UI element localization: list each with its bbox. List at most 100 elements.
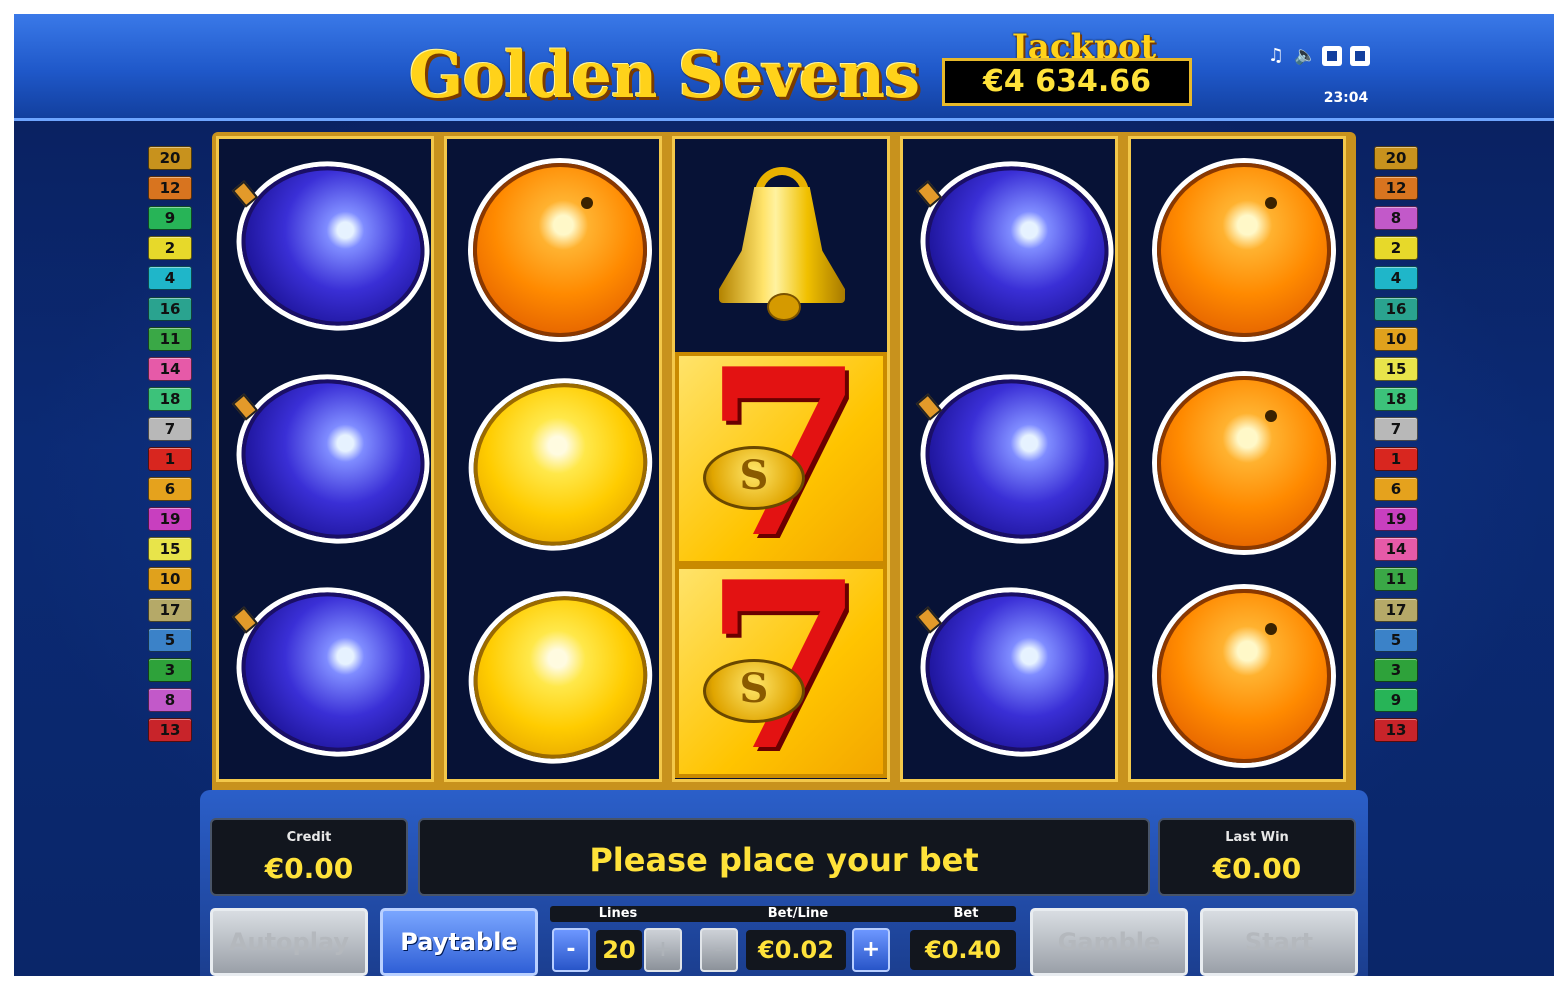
reels-area: 7S7S [212, 132, 1356, 798]
line-badge-left-3[interactable]: 3 [148, 657, 192, 682]
autoplay-button[interactable]: Autoplay [210, 908, 368, 976]
line-badge-right-5[interactable]: 5 [1374, 627, 1418, 652]
speaker-icon[interactable]: 🔈 [1294, 46, 1316, 66]
reel-3: 7S7S [672, 136, 890, 782]
credit-display: Credit €0.00 [210, 818, 408, 896]
line-badge-left-2[interactable]: 2 [148, 236, 192, 261]
line-badge-right-20[interactable]: 20 [1374, 146, 1418, 170]
last-win-display: Last Win €0.00 [1158, 818, 1356, 896]
line-badge-right-12[interactable]: 12 [1374, 176, 1418, 201]
line-badge-right-2[interactable]: 2 [1374, 236, 1418, 261]
bet-label: Bet [953, 906, 979, 921]
bet-line-minus-button[interactable]: - [700, 928, 738, 972]
reel-3-cell-3: 7S [675, 552, 887, 782]
line-badge-right-4[interactable]: 4 [1374, 266, 1418, 291]
line-badge-right-13[interactable]: 13 [1374, 717, 1418, 742]
coin-icon: S [703, 446, 805, 510]
lines-label: Lines [598, 906, 638, 921]
reel-4-cell-2 [903, 352, 1124, 565]
line-badge-right-10[interactable]: 10 [1374, 326, 1418, 351]
last-win-value: €0.00 [1212, 852, 1302, 885]
plum-symbol-icon [910, 362, 1124, 556]
orange-symbol-icon [1157, 589, 1331, 763]
plum-symbol-icon [910, 149, 1124, 343]
reel-2-cell-3 [447, 565, 668, 780]
line-badge-left-19[interactable]: 19 [148, 507, 192, 532]
music-icon[interactable]: ♫ [1266, 46, 1286, 66]
bet-value: €0.40 [910, 930, 1016, 970]
line-badge-right-14[interactable]: 14 [1374, 537, 1418, 562]
line-badge-left-10[interactable]: 10 [148, 567, 192, 592]
line-badge-right-6[interactable]: 6 [1374, 477, 1418, 502]
gamble-button[interactable]: Gamble [1030, 908, 1188, 976]
line-badge-right-7[interactable]: 7 [1374, 416, 1418, 441]
settings-icon[interactable] [1350, 46, 1370, 66]
line-badge-left-1[interactable]: 1 [148, 447, 192, 471]
bell-body-icon [719, 187, 845, 303]
lines-plus-button[interactable]: + [644, 928, 682, 972]
lines-value: 20 [596, 930, 642, 970]
coin-icon: S [703, 659, 805, 723]
reel-4 [900, 136, 1124, 782]
reel-2-cell-2 [447, 352, 668, 567]
line-badge-left-9[interactable]: 9 [148, 206, 192, 231]
reel-4-cell-1 [903, 139, 1124, 352]
orange-symbol-icon [1157, 163, 1331, 337]
line-badge-left-11[interactable]: 11 [148, 326, 192, 351]
bet-line-label: Bet/Line [767, 906, 829, 921]
reel-5 [1128, 136, 1346, 782]
line-badge-left-13[interactable]: 13 [148, 717, 192, 742]
line-badge-left-7[interactable]: 7 [148, 416, 192, 441]
credit-label: Credit [286, 830, 332, 845]
plum-symbol-icon [226, 362, 440, 556]
reel-2-cell-1 [447, 139, 659, 352]
reel-1-cell-2 [219, 352, 440, 565]
line-badge-right-11[interactable]: 11 [1374, 567, 1418, 592]
bet-line-value: €0.02 [746, 930, 846, 970]
reel-4-cell-3 [903, 565, 1124, 778]
plum-symbol-icon [226, 575, 440, 769]
orange-symbol-icon [473, 163, 647, 337]
line-badge-right-3[interactable]: 3 [1374, 657, 1418, 682]
line-badge-left-17[interactable]: 17 [148, 597, 192, 622]
line-badge-right-8[interactable]: 8 [1374, 206, 1418, 231]
line-badge-left-12[interactable]: 12 [148, 176, 192, 201]
line-badge-left-6[interactable]: 6 [148, 477, 192, 502]
plum-symbol-icon [226, 149, 440, 343]
line-badge-left-20[interactable]: 20 [148, 146, 192, 170]
fullscreen-icon[interactable] [1322, 46, 1342, 66]
line-badge-left-16[interactable]: 16 [148, 296, 192, 321]
reel-1 [216, 136, 440, 782]
lines-minus-button[interactable]: - [552, 928, 590, 972]
line-badge-right-16[interactable]: 16 [1374, 296, 1418, 321]
reel-1-cell-1 [219, 139, 440, 352]
plum-symbol-icon [910, 575, 1124, 769]
line-badge-right-19[interactable]: 19 [1374, 507, 1418, 532]
top-icons: ♫ 🔈 [1266, 46, 1370, 70]
line-badge-left-14[interactable]: 14 [148, 356, 192, 381]
line-badge-right-15[interactable]: 15 [1374, 356, 1418, 381]
message-display: Please place your bet [418, 818, 1150, 896]
line-badge-left-5[interactable]: 5 [148, 627, 192, 652]
line-badge-left-18[interactable]: 18 [148, 386, 192, 411]
line-badge-right-17[interactable]: 17 [1374, 597, 1418, 622]
last-win-label: Last Win [1225, 830, 1289, 845]
reel-5-cell-2 [1131, 352, 1343, 565]
lemon-symbol-icon [452, 361, 668, 567]
reel-1-cell-3 [219, 565, 440, 778]
start-button[interactable]: Start [1200, 908, 1358, 976]
status-message: Please place your bet [589, 841, 979, 879]
bet-controls: Lines Bet/Line Bet - 20 + - €0.02 + €0.4… [548, 906, 1018, 976]
bell-symbol-icon [713, 167, 851, 321]
line-badge-right-18[interactable]: 18 [1374, 386, 1418, 411]
credit-value: €0.00 [264, 852, 354, 885]
line-badge-left-15[interactable]: 15 [148, 537, 192, 562]
control-panel: Credit €0.00 Please place your bet Last … [200, 790, 1368, 976]
bet-line-plus-button[interactable]: + [852, 928, 890, 972]
paytable-button[interactable]: Paytable [380, 908, 538, 976]
line-badge-right-1[interactable]: 1 [1374, 447, 1418, 471]
top-bar: Golden Sevens Jackpot €4 634.66 ♫ 🔈 23:0… [14, 14, 1554, 121]
line-badge-left-8[interactable]: 8 [148, 687, 192, 712]
line-badge-right-9[interactable]: 9 [1374, 687, 1418, 712]
line-badge-left-4[interactable]: 4 [148, 266, 192, 291]
